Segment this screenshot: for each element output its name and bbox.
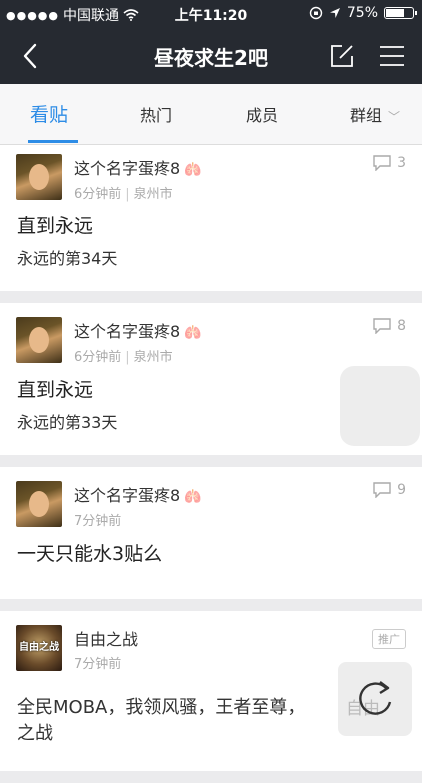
lungs-icon: 🫁 — [184, 489, 202, 505]
author-name: 这个名字蛋疼8 — [74, 159, 181, 178]
post-time: 6分钟前 — [74, 187, 122, 202]
post-time: 7分钟前 — [74, 514, 122, 529]
avatar[interactable] — [16, 154, 62, 200]
ad-body-line2[interactable]: 之战 — [17, 719, 53, 745]
orientation-lock-icon — [309, 6, 323, 20]
comment-icon — [373, 318, 391, 334]
meta-divider: | — [125, 350, 130, 365]
avatar-face — [29, 164, 49, 190]
post-meta: 6分钟前 | 泉州市 — [74, 346, 173, 365]
post-item[interactable]: 这个名字蛋疼8 🫁 7分钟前 9 一天只能水3贴么 — [0, 467, 422, 599]
tab-members[interactable]: 成员 — [246, 102, 278, 126]
lungs-icon: 🫁 — [184, 325, 202, 341]
tab-posts[interactable]: 看贴 — [30, 100, 68, 127]
tab-groups-label: 群组 — [350, 106, 383, 125]
refresh-icon — [359, 681, 392, 715]
comment-count[interactable]: 3 — [373, 155, 406, 171]
comment-icon — [373, 482, 391, 498]
post-time: 7分钟前 — [74, 657, 122, 672]
post-author[interactable]: 这个名字蛋疼8 🫁 — [74, 482, 202, 506]
post-item[interactable]: 这个名字蛋疼8 🫁 6分钟前 | 泉州市 3 直到永远 永远的第34天 — [0, 145, 422, 291]
author-name: 这个名字蛋疼8 — [74, 322, 181, 341]
battery-icon — [384, 7, 417, 19]
comment-count-value: 9 — [397, 482, 406, 498]
author-name: 这个名字蛋疼8 — [74, 486, 181, 505]
meta-divider: | — [125, 187, 130, 202]
post-title[interactable]: 一天只能水3贴么 — [17, 539, 162, 566]
tab-groups[interactable]: 群组 ﹀ — [350, 102, 400, 126]
avatar[interactable] — [16, 481, 62, 527]
chevron-down-icon: ﹀ — [388, 110, 401, 124]
post-author[interactable]: 这个名字蛋疼8 🫁 — [74, 318, 202, 342]
status-bar: ●●●●● 中国联通 上午11:20 75% — [0, 0, 422, 28]
post-body[interactable]: 永远的第34天 — [17, 245, 117, 269]
battery-level — [386, 9, 404, 17]
assistive-touch-button[interactable] — [340, 366, 420, 446]
refresh-button[interactable]: 自由 — [338, 662, 412, 736]
post-body[interactable]: 永远的第33天 — [17, 409, 117, 433]
post-author[interactable]: 自由之战 — [74, 626, 138, 650]
hamburger-icon[interactable] — [378, 42, 406, 70]
post-author[interactable]: 这个名字蛋疼8 🫁 — [74, 155, 202, 179]
comment-count[interactable]: 8 — [373, 318, 406, 334]
active-tab-indicator — [28, 140, 78, 143]
battery-percent: 75% — [346, 5, 378, 21]
comment-count[interactable]: 9 — [373, 482, 406, 498]
avatar[interactable] — [16, 317, 62, 363]
post-location: 泉州市 — [133, 187, 173, 202]
post-meta: 7分钟前 — [74, 510, 121, 529]
comment-count-value: 3 — [397, 155, 406, 171]
avatar-face — [29, 491, 49, 517]
lungs-icon: 🫁 — [184, 162, 202, 178]
comment-count-value: 8 — [397, 318, 406, 334]
author-name: 自由之战 — [74, 630, 139, 649]
tab-bar: 看贴 热门 成员 群组 ﹀ — [0, 84, 422, 145]
page-title: 昼夜求生2吧 — [154, 46, 268, 70]
avatar-face — [29, 327, 49, 353]
ad-body-line1[interactable]: 全民MOBA，我领风骚，王者至尊， — [17, 693, 305, 719]
post-title[interactable]: 直到永远 — [17, 211, 93, 238]
post-location: 泉州市 — [133, 350, 173, 365]
game-logo-avatar[interactable]: 自由之战 — [16, 625, 62, 671]
post-meta: 6分钟前 | 泉州市 — [74, 183, 173, 202]
post-meta: 7分钟前 — [74, 653, 121, 672]
post-title[interactable]: 直到永远 — [17, 375, 93, 402]
nav-bar: 昼夜求生2吧 — [0, 28, 422, 84]
post-time: 6分钟前 — [74, 350, 122, 365]
comment-icon — [373, 155, 391, 171]
location-arrow-icon — [329, 8, 340, 18]
compose-icon[interactable] — [328, 42, 356, 70]
promoted-badge: 推广 — [372, 629, 406, 649]
tab-hot[interactable]: 热门 — [140, 102, 172, 126]
game-logo-text: 自由之战 — [19, 642, 59, 653]
